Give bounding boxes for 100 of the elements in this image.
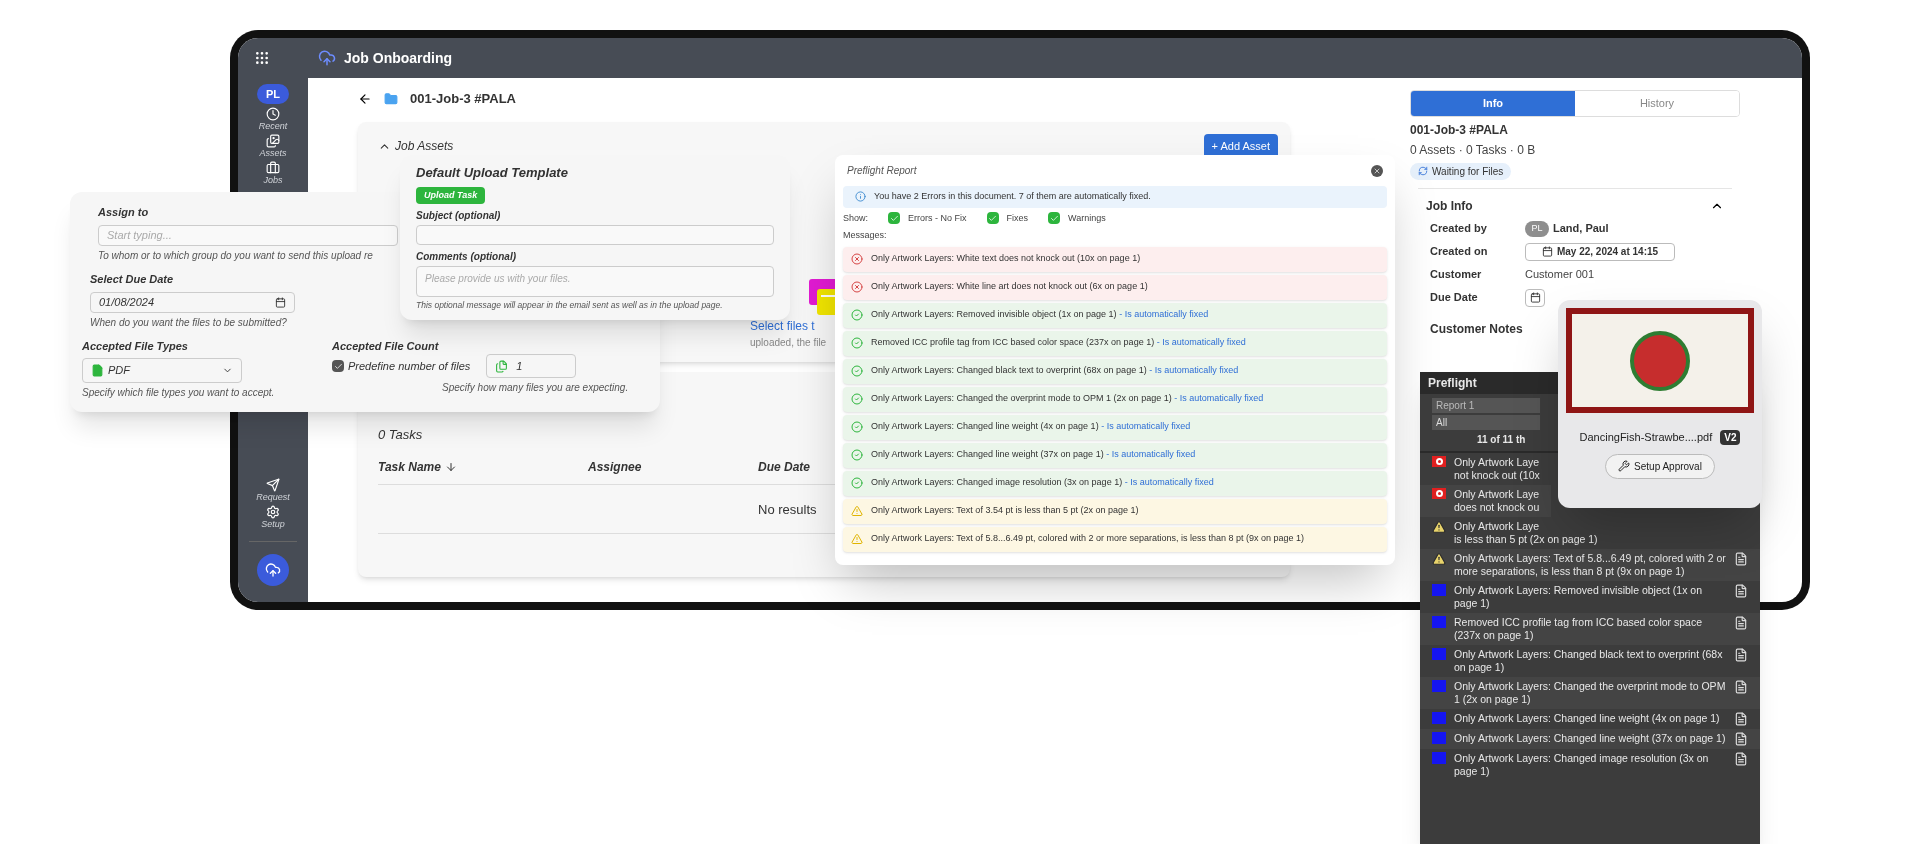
result-count: 11 of 11 th [1477, 433, 1526, 447]
job-assets-toggle[interactable]: Job Assets [378, 137, 454, 156]
file-icon [91, 364, 104, 377]
message-text: Only Artwork Layers: Changed the overprint mode to OPM 1 (2x on page 1) - Is automatically fixed [871, 392, 1264, 406]
preflight-row[interactable]: Only Artwork Layers: Text of 5.8...6.49 pt, colored with 2 or more separations, is less than 8 pt (9x on page 1) [1420, 549, 1760, 581]
field-label: Select Due Date [90, 272, 174, 288]
preflight-row[interactable]: Removed ICC profile tag from ICC based color space (237x on page 1) [1420, 613, 1760, 645]
error-icon [1432, 456, 1446, 467]
empty-message: No results [758, 502, 817, 517]
message-text: Only Artwork Layers: White line art does not knock out (6x on page 1) [871, 280, 1148, 294]
cloud-logo-icon [318, 49, 336, 67]
subject-field[interactable] [416, 225, 774, 245]
filter-select[interactable]: All [1432, 415, 1540, 430]
filter-checkbox[interactable]: Fixes [986, 211, 1029, 225]
document-icon[interactable] [1734, 732, 1748, 746]
message-text: Only Artwork Layers: Changed line weight (37x on page 1) - Is automatically fixed [871, 448, 1196, 462]
square-marker-icon [1432, 680, 1446, 692]
square-marker-icon [1432, 752, 1446, 764]
preflight-row[interactable]: Only Artwork Layers: Changed line weight (37x on page 1) [1420, 729, 1760, 749]
column-header[interactable]: Task Name [378, 458, 457, 476]
message-text: Only Artwork Layers: Changed image resolution (3x on page 1) [1454, 752, 1710, 778]
job-summary: 0 Assets · 0 Tasks · 0 B [1410, 141, 1536, 159]
message-text: Only Artwork Layers: Changed line weight (37x on page 1) [1454, 732, 1726, 745]
page-title: 001-Job-3 #PALA [410, 90, 516, 109]
date-field[interactable] [1525, 288, 1545, 307]
apps-menu-icon[interactable] [254, 50, 270, 66]
document-icon[interactable] [1734, 648, 1748, 662]
template-title: Default Upload Template [416, 164, 568, 182]
field-hint: To whom or to which group do you want to send this upload re [98, 249, 373, 264]
check-icon [988, 213, 997, 223]
version-badge: V2 [1720, 429, 1741, 445]
sidebar-item[interactable]: Setup [261, 505, 285, 529]
sidebar-item[interactable]: Request [256, 478, 290, 502]
field-label: Created by [1430, 221, 1488, 237]
document-icon[interactable] [1734, 552, 1748, 566]
assign-to-field[interactable]: Start typing... [98, 224, 398, 247]
settings-icon [266, 505, 280, 519]
field-label: Customer [1430, 267, 1483, 283]
send-icon [266, 478, 280, 492]
predefine-checkbox[interactable]: Predefine number of files [332, 357, 471, 375]
error-icon [851, 253, 863, 265]
panel-tab[interactable]: Info [1411, 91, 1575, 116]
message-text: Removed ICC profile tag from ICC based color space (237x on page 1) [1454, 616, 1704, 642]
comments-field[interactable]: Please provide us with your files. [416, 266, 774, 298]
field-value: Customer 001 [1525, 267, 1595, 283]
field-label: Due Date [1430, 290, 1479, 306]
column-header[interactable]: Due Date [758, 458, 810, 476]
square-marker-icon [1432, 732, 1446, 744]
sidebar-item[interactable]: Assets [259, 134, 287, 158]
message-text: Only Artwork Layers: Changed black text to overprint (68x on page 1) - Is automatically fixed [871, 364, 1239, 378]
check-icon [333, 361, 343, 371]
status-text: Waiting for Files [1432, 164, 1504, 179]
preflight-row[interactable]: Only Artwork Laye does not knock ou [1420, 485, 1552, 517]
tasks-count: 0 Tasks [378, 427, 423, 442]
sidebar-item[interactable]: Jobs [263, 161, 283, 185]
preflight-row[interactable]: Only Artwork Layers: Changed image resolution (3x on page 1) [1420, 749, 1760, 781]
files-icon [495, 359, 509, 373]
filter-checkbox[interactable]: Warnings [1048, 211, 1106, 225]
user-avatar: PL [1525, 220, 1549, 237]
field-label: Comments (optional) [416, 250, 516, 264]
document-icon[interactable] [1734, 616, 1748, 630]
message-text: Only Artwork Layers: White text does not knock out (10x on page 1) [871, 252, 1141, 266]
select-files-link[interactable]: Select files t [750, 317, 815, 335]
check-circle-icon [851, 337, 863, 349]
banner-text: You have 2 Errors in this document. 7 of them are automatically fixed. [874, 190, 1151, 203]
warning-icon [1432, 552, 1446, 566]
document-icon[interactable] [1734, 584, 1748, 598]
cloud-button[interactable] [257, 554, 289, 586]
report-select[interactable]: Report 1 [1432, 398, 1540, 413]
due-date-field[interactable]: 01/08/2024 [90, 291, 295, 313]
preflight-row[interactable]: Only Artwork Layers: Changed line weight (4x on page 1) [1420, 709, 1760, 729]
file-count-field[interactable]: 1 [486, 354, 577, 378]
document-icon[interactable] [1734, 752, 1748, 766]
sidebar-item[interactable]: Recent [258, 107, 288, 131]
square-marker-icon [1432, 712, 1446, 724]
briefcase-icon [266, 161, 280, 175]
close-button[interactable] [1371, 164, 1383, 177]
warning-icon [851, 505, 863, 517]
preflight-row[interactable]: Only Artwork Layers: Changed black text to overprint (68x on page 1) [1420, 645, 1760, 677]
setup-approval-button[interactable]: Setup Approval [1605, 453, 1715, 479]
column-header[interactable]: Assignee [588, 458, 642, 476]
message-text: Only Artwork Laye is less than 5 pt (2x on page 1) [1454, 520, 1598, 546]
document-icon[interactable] [1734, 712, 1748, 726]
preflight-row[interactable]: Only Artwork Layers: Removed invisible object (1x on page 1) [1420, 581, 1760, 613]
message-text: Only Artwork Layers: Changed the overprint mode to OPM 1 (2x on page 1) [1454, 680, 1726, 706]
message-text: Only Artwork Layers: Text of 5.8...6.49 pt, colored with 2 or more separations, is less than 8 pt (9x on page 1) [871, 532, 1305, 546]
field-hint: Specify which file types you want to accept. [82, 386, 275, 400]
back-icon[interactable] [358, 92, 372, 106]
preflight-row[interactable]: Only Artwork Layers: Changed the overprint mode to OPM 1 (2x on page 1) [1420, 677, 1760, 709]
filter-checkbox[interactable]: Errors - No Fix [888, 211, 967, 225]
document-icon[interactable] [1734, 680, 1748, 694]
date-field[interactable]: May 22, 2024 at 14:15 [1525, 242, 1675, 261]
file-type-select[interactable]: PDF [82, 358, 242, 383]
warning-icon [851, 533, 863, 545]
error-icon [1432, 488, 1446, 499]
user-avatar[interactable]: PL [257, 84, 289, 104]
close-icon [1373, 166, 1381, 175]
show-label: Show: [843, 211, 868, 225]
app-title: Job Onboarding [344, 48, 453, 68]
file-name: DancingFish-Strawbe....pdf [1579, 430, 1713, 445]
